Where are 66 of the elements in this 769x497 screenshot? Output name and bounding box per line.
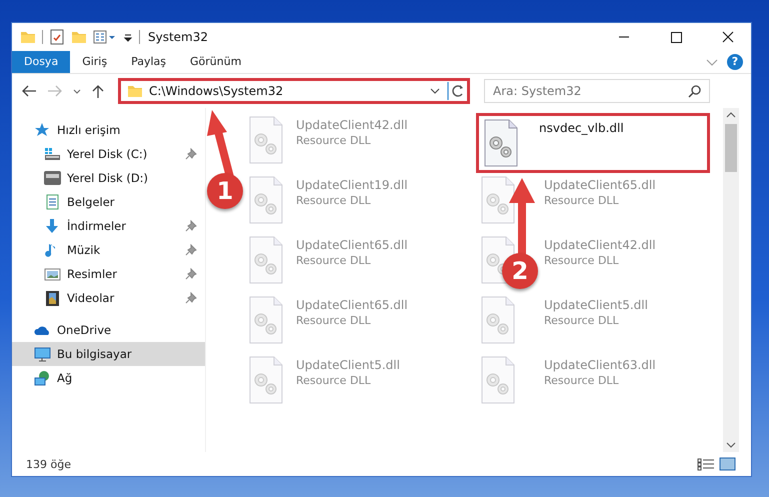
details-view-icon[interactable]	[697, 457, 715, 471]
sidebar-item[interactable]: Videolar	[12, 286, 205, 310]
gear-file-icon	[248, 116, 284, 164]
file-type: Resource DLL	[296, 314, 372, 327]
ribbon-tab[interactable]: Görünüm	[178, 51, 254, 73]
file-type: Resource DLL	[544, 194, 620, 207]
sidebar-item[interactable]: Yerel Disk (D:)	[12, 166, 205, 190]
scrollbar[interactable]	[723, 108, 739, 452]
properties-icon[interactable]	[93, 29, 117, 45]
ribbon-tab[interactable]: Dosya	[12, 51, 70, 73]
gear-file-icon	[248, 236, 284, 284]
pin-icon[interactable]	[185, 268, 197, 280]
gear-file-icon	[483, 119, 519, 167]
drive-c-icon	[44, 146, 61, 162]
file-type: Resource DLL	[296, 134, 372, 147]
step-number-badge: 1	[207, 173, 243, 209]
checklist-icon[interactable]	[49, 29, 65, 45]
pin-icon[interactable]	[185, 220, 197, 232]
ribbon-tab[interactable]: Paylaş	[119, 51, 178, 73]
gear-file-icon	[248, 176, 284, 224]
sidebar-item[interactable]: Yerel Disk (C:)	[12, 142, 205, 166]
file-type: Resource DLL	[296, 254, 372, 267]
sidebar-item[interactable]: Belgeler	[12, 190, 205, 214]
help-button[interactable]: ?	[727, 54, 743, 70]
document-icon	[44, 194, 61, 210]
pin-icon[interactable]	[185, 292, 197, 304]
step-number-badge: 2	[502, 253, 538, 289]
ribbon-tab[interactable]: Giriş	[70, 51, 120, 73]
pin-icon[interactable]	[185, 244, 197, 256]
back-arrow-icon[interactable]	[20, 83, 38, 99]
item-count: 139 öğe	[26, 458, 71, 470]
sidebar-item[interactable]: Hızlı erişim	[12, 118, 205, 142]
address-bar[interactable]: C:\Windows\System32	[118, 78, 470, 104]
gear-file-icon	[248, 356, 284, 404]
sidebar-item[interactable]: Resimler	[12, 262, 205, 286]
video-icon	[44, 290, 61, 306]
drive-icon	[44, 170, 61, 186]
search-field[interactable]: Ara: System32	[484, 79, 710, 103]
sidebar-item[interactable]: OneDrive	[12, 318, 205, 342]
pin-icon[interactable]	[185, 148, 197, 160]
file-type: Resource DLL	[544, 374, 620, 387]
folder-icon	[127, 83, 143, 99]
up-arrow-icon[interactable]	[90, 83, 106, 99]
gear-file-icon	[480, 356, 516, 404]
sidebar-item[interactable]: Müzik	[12, 238, 205, 262]
file-item[interactable]: nsvdec_vlb.dll	[476, 113, 710, 173]
gear-file-icon	[480, 176, 516, 224]
gear-file-icon	[480, 296, 516, 344]
file-type: Resource DLL	[544, 254, 620, 267]
scrollbar-thumb[interactable]	[725, 124, 737, 172]
download-icon	[44, 218, 61, 234]
pictures-icon	[44, 266, 61, 282]
window-title: System32	[148, 30, 208, 44]
search-icon[interactable]	[688, 84, 702, 98]
star-icon	[34, 122, 51, 138]
file-type: Resource DLL	[296, 374, 372, 387]
file-type: Resource DLL	[296, 194, 372, 207]
file-name: nsvdec_vlb.dll	[539, 121, 624, 135]
tiles-view-icon[interactable]	[719, 457, 737, 471]
gear-file-icon	[248, 296, 284, 344]
sidebar-item[interactable]: Bu bilgisayar	[12, 342, 205, 366]
sidebar-item[interactable]: İndirmeler	[12, 214, 205, 238]
computer-icon	[34, 346, 51, 362]
sidebar-item[interactable]: Ağ	[12, 366, 205, 390]
file-type: Resource DLL	[544, 314, 620, 327]
network-icon	[34, 370, 51, 386]
